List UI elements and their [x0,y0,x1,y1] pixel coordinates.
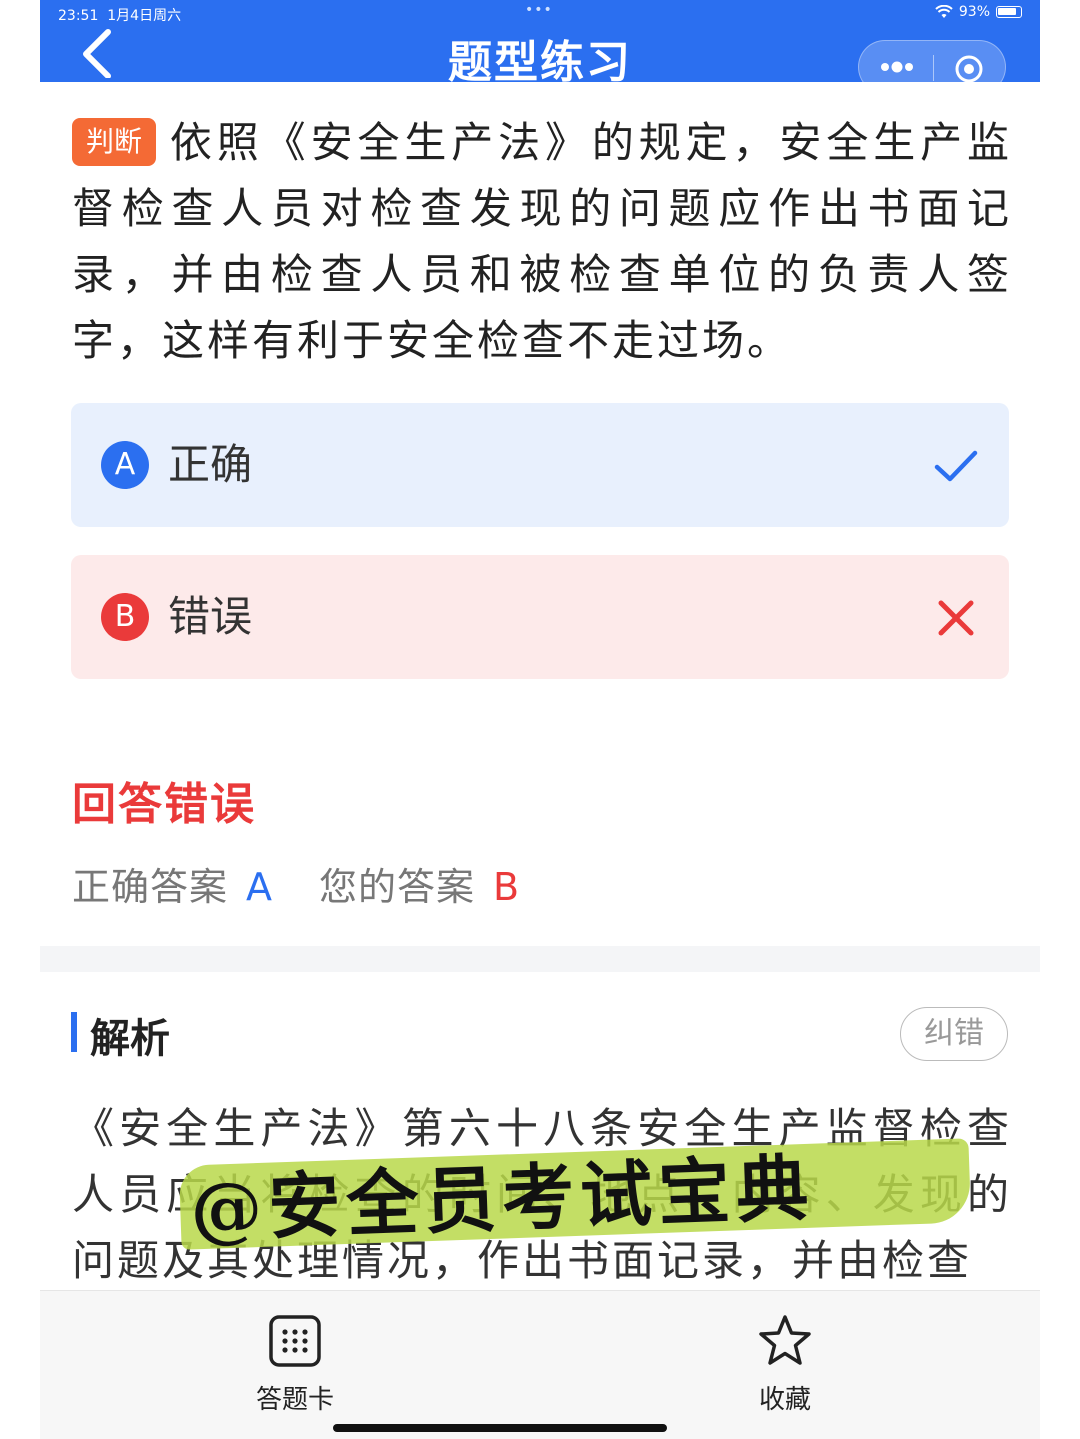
battery-percent: 93% [958,4,990,20]
question-stem: 判断 依照《安全生产法》的规定，安全生产监督检查人员对检查发现的问题应作出书面记录… [72,110,1012,374]
your-answer-value: B [493,865,521,909]
status-clock: 23:51 [58,8,99,24]
status-right: 93% [935,4,1022,20]
more-dots-icon[interactable] [877,53,917,81]
battery-icon [996,6,1022,18]
status-time: 23:51 1月4日周六 [58,5,181,25]
watermark: @安全员考试宝典 [178,1138,972,1252]
grid-card-icon [269,1315,321,1367]
analysis-title: 解析 [90,1016,170,1062]
mini-program-capsule [858,40,1006,94]
option-a-label: 正确 [168,440,253,489]
question-text: 依照《安全生产法》的规定，安全生产监督检查人员对检查发现的问题应作出书面记录，并… [72,118,1012,365]
correct-answer-label: 正确答案 [72,865,229,909]
cross-icon [938,600,974,636]
analysis-accent-bar [71,1012,77,1052]
option-a[interactable]: A 正确 [71,403,1009,527]
option-b-badge: B [101,593,149,641]
result-title: 回答错误 [72,779,256,830]
answer-card-label: 答题卡 [255,1385,334,1415]
app-frame: 23:51 1月4日周六 ••• 93% 题型练习 判断 依照《安全生产法》的规… [40,0,1040,1439]
star-icon [759,1315,811,1365]
target-close-icon[interactable] [953,53,985,85]
your-answer-label: 您的答案 [319,865,476,909]
favorite-label: 收藏 [758,1385,811,1415]
home-indicator [333,1424,667,1432]
status-date: 1月4日周六 [107,8,182,24]
watermark-text: @安全员考试宝典 [188,1145,816,1252]
correct-answer-value: A [246,865,274,909]
option-a-badge: A [101,441,149,489]
question-type-tag: 判断 [72,118,157,166]
section-divider [40,946,1040,972]
wifi-icon [935,5,953,18]
nav-bar: 23:51 1月4日周六 ••• 93% 题型练习 [40,0,1040,94]
report-error-button[interactable]: 纠错 [900,1007,1008,1061]
status-dots: ••• [525,2,553,18]
option-b[interactable]: B 错误 [71,555,1009,679]
answer-card-tab[interactable]: 答题卡 [235,1313,355,1416]
favorite-tab[interactable]: 收藏 [725,1313,845,1416]
check-icon [934,450,978,482]
bottom-tab-bar: 答题卡 收藏 [40,1290,1040,1439]
option-b-label: 错误 [168,592,253,641]
answer-summary: 正确答案 A 您的答案 B [72,856,520,911]
capsule-divider [933,55,934,81]
